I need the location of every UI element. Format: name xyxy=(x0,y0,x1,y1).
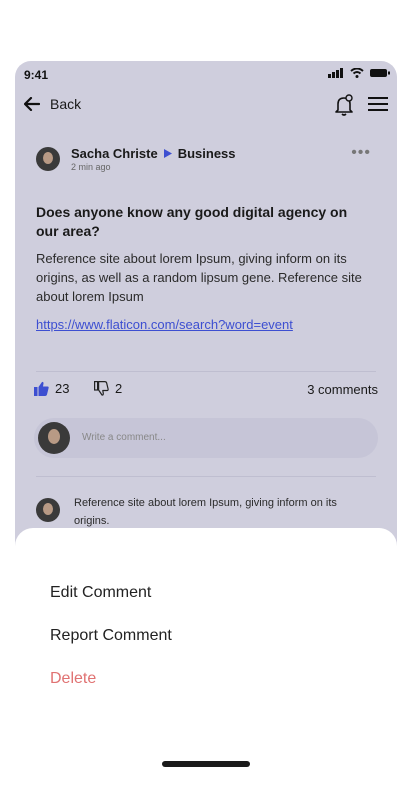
reactions-bar: 23 2 3 comments xyxy=(34,381,378,401)
post-body: Reference site about lorem Ipsum, giving… xyxy=(36,251,362,304)
edit-comment-option[interactable]: Edit Comment xyxy=(50,584,151,602)
arrow-left-icon xyxy=(24,97,40,111)
signal-icon xyxy=(328,68,343,78)
status-icons xyxy=(328,68,390,78)
author-name[interactable]: Sacha Christe xyxy=(71,146,158,161)
post-category[interactable]: Business xyxy=(178,146,236,161)
comment-placeholder: Write a comment... xyxy=(82,432,166,443)
author-avatar[interactable] xyxy=(36,147,60,171)
dislike-count: 2 xyxy=(115,381,123,396)
post-title: Does anyone know any good digital agency… xyxy=(36,204,348,239)
delete-comment-option[interactable]: Delete xyxy=(50,670,96,688)
thumbs-down-icon xyxy=(94,381,109,396)
user-avatar xyxy=(38,422,70,454)
post-header: Sacha Christe Business 2 min ago ••• xyxy=(36,144,376,176)
wifi-icon xyxy=(350,68,364,78)
post-author-line: Sacha Christe Business xyxy=(71,146,236,161)
notification-button[interactable] xyxy=(334,94,354,121)
divider xyxy=(36,476,376,477)
menu-button[interactable] xyxy=(368,96,388,117)
caret-right-icon xyxy=(163,149,172,158)
status-time: 9:41 xyxy=(24,68,49,82)
comments-count-link[interactable]: 3 comments xyxy=(307,382,378,397)
back-button[interactable]: Back xyxy=(24,96,81,112)
like-count: 23 xyxy=(55,381,70,396)
top-bar: Back xyxy=(24,94,388,121)
battery-icon xyxy=(370,69,390,77)
comment-action-sheet xyxy=(15,528,397,791)
hamburger-menu-icon xyxy=(368,97,388,111)
post-time: 2 min ago xyxy=(71,162,111,172)
back-label: Back xyxy=(50,96,82,112)
post-link[interactable]: https://www.flaticon.com/search?word=eve… xyxy=(36,317,293,332)
divider xyxy=(36,371,376,372)
dislike-button[interactable]: 2 xyxy=(94,381,122,396)
commenter-avatar xyxy=(36,498,60,522)
comment-input[interactable]: Write a comment... xyxy=(34,418,378,458)
thumbs-up-icon xyxy=(34,381,49,396)
bell-icon xyxy=(335,94,353,116)
like-button[interactable]: 23 xyxy=(34,381,69,396)
report-comment-option[interactable]: Report Comment xyxy=(50,627,172,645)
comment-text: Reference site about lorem Ipsum, giving… xyxy=(74,497,337,527)
home-indicator xyxy=(162,761,250,767)
more-options-icon[interactable]: ••• xyxy=(351,144,371,162)
